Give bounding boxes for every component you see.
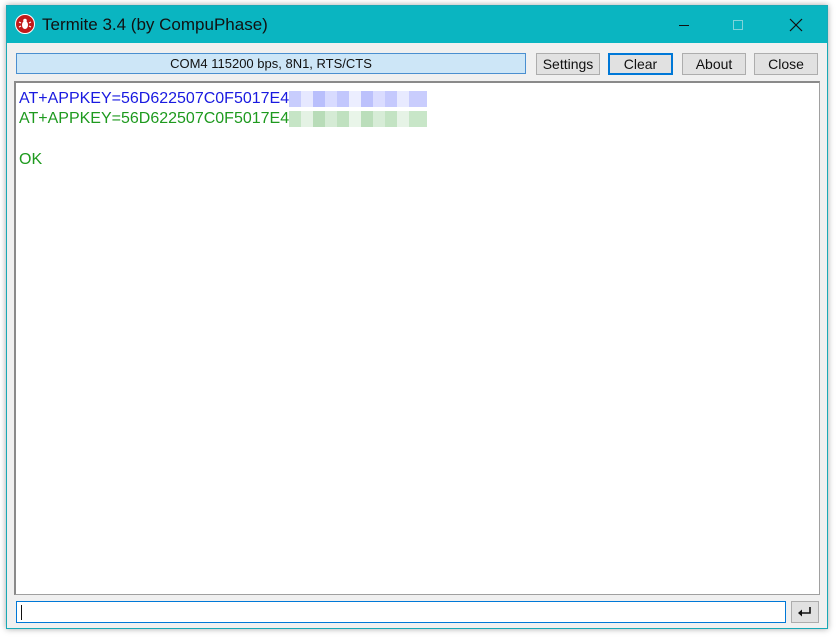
echo-line: AT+APPKEY=56D622507C0F5017E4: [19, 109, 428, 129]
enter-return-icon: [798, 607, 811, 617]
clear-button-label: Clear: [623, 56, 658, 72]
settings-button-label: Settings: [542, 56, 594, 72]
close-button-label: Close: [768, 56, 804, 72]
settings-button[interactable]: Settings: [536, 53, 600, 75]
response-text: OK: [19, 151, 43, 168]
window-title: Termite 3.4 (by CompuPhase): [42, 15, 268, 34]
about-button-label: About: [695, 56, 733, 72]
maximize-button[interactable]: [709, 6, 767, 43]
minimize-icon: [679, 24, 689, 26]
clear-button[interactable]: Clear: [608, 53, 673, 75]
close-icon: [789, 18, 803, 31]
termite-window: Termite 3.4 (by CompuPhase) COM4 115200 …: [6, 5, 828, 629]
minimize-button[interactable]: [655, 6, 713, 43]
send-button[interactable]: [791, 601, 819, 623]
redacted-key-blur: [289, 91, 428, 107]
sent-line-text: AT+APPKEY=56D622507C0F5017E4: [19, 90, 290, 107]
terminal-output[interactable]: AT+APPKEY=56D622507C0F5017E4 AT+APPKEY=5…: [14, 81, 820, 595]
title-bar[interactable]: Termite 3.4 (by CompuPhase): [7, 6, 827, 43]
sent-line: AT+APPKEY=56D622507C0F5017E4: [19, 89, 428, 109]
close-window-button[interactable]: [767, 6, 825, 43]
termite-bug-icon[interactable]: [15, 14, 35, 34]
connection-status: COM4 115200 bps, 8N1, RTS/CTS: [16, 53, 526, 74]
response-line: OK: [19, 150, 42, 170]
close-button[interactable]: Close: [754, 53, 818, 75]
echo-line-text: AT+APPKEY=56D622507C0F5017E4: [19, 110, 290, 127]
text-cursor: [21, 605, 22, 620]
command-input[interactable]: [16, 601, 786, 623]
maximize-icon: [733, 19, 743, 30]
about-button[interactable]: About: [682, 53, 746, 75]
redacted-key-blur: [289, 111, 428, 127]
